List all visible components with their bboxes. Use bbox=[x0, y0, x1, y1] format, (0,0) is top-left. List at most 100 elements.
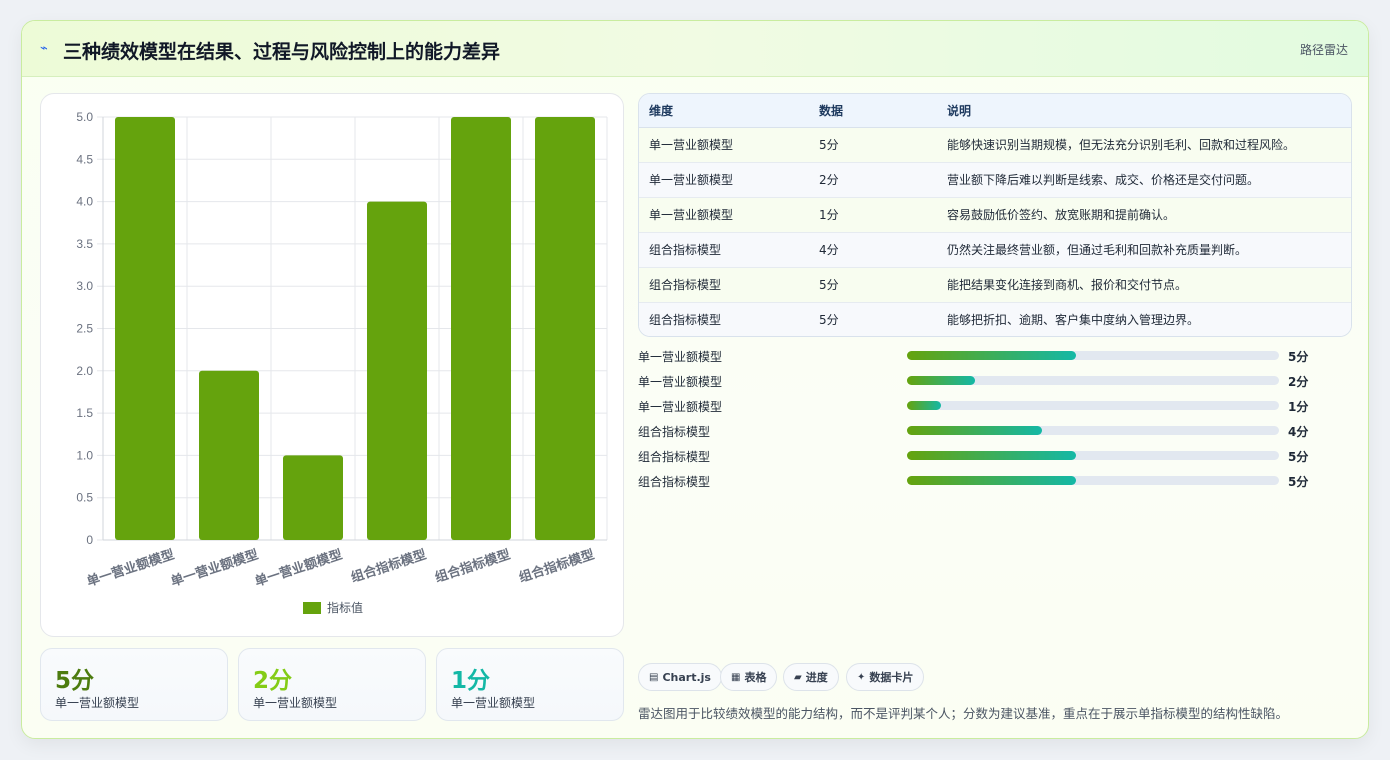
progress-row: 单一营业额模型 1分 bbox=[638, 395, 1338, 415]
progress-row: 组合指标模型 4分 bbox=[638, 420, 1338, 440]
progress-value: 5分 bbox=[1288, 350, 1309, 364]
footnote: 雷达图用于比较绩效模型的能力结构，而不是评判某个人；分数为建议基准，重点在于展示… bbox=[638, 706, 1289, 721]
y-tick-label: 2.5 bbox=[76, 322, 93, 336]
y-tick-label: 0.5 bbox=[76, 491, 93, 505]
progress-label: 单一营业额模型 bbox=[638, 375, 723, 389]
stat-label: 单一营业额模型 bbox=[451, 696, 536, 710]
chip-chartjs[interactable]: ▤ Chart.js bbox=[638, 663, 722, 691]
progress-row: 单一营业额模型 2分 bbox=[638, 370, 1338, 390]
table-cell: 组合指标模型 bbox=[649, 313, 722, 328]
progress-row: 单一营业额模型 5分 bbox=[638, 345, 1338, 365]
table-cell: 能够把折扣、逾期、客户集中度纳入管理边界。 bbox=[947, 313, 1200, 328]
bar bbox=[199, 370, 259, 540]
y-tick-label: 2.0 bbox=[76, 364, 93, 378]
table-cell: 4分 bbox=[809, 232, 937, 268]
stat-label: 单一营业额模型 bbox=[55, 696, 140, 710]
progress-track bbox=[907, 451, 1279, 460]
chip-label: Chart.js bbox=[662, 670, 711, 684]
lightning-icon: ⌁ bbox=[40, 41, 48, 56]
x-tick-label: 组合指标模型 bbox=[433, 547, 512, 585]
progress-fill bbox=[907, 351, 1077, 360]
y-tick-label: 4.0 bbox=[76, 195, 93, 209]
column-header: 说明 bbox=[937, 94, 1351, 128]
x-tick-label: 单一营业额模型 bbox=[85, 547, 176, 589]
progress-value: 1分 bbox=[1288, 400, 1309, 414]
progress-fill bbox=[907, 376, 975, 385]
y-tick-label: 4.5 bbox=[76, 152, 93, 166]
legend-label: 指标值 bbox=[327, 600, 363, 615]
table-cell: 单一营业额模型 bbox=[639, 162, 809, 198]
x-tick-label: 组合指标模型 bbox=[349, 547, 428, 585]
progress-label: 组合指标模型 bbox=[638, 450, 711, 464]
table-cell: 1分 bbox=[809, 197, 937, 233]
chip-label: 表格 bbox=[744, 671, 767, 684]
progress-track bbox=[907, 376, 1279, 385]
page-title: 三种绩效模型在结果、过程与风险控制上的能力差异 bbox=[63, 41, 501, 63]
progress-row: 组合指标模型 5分 bbox=[638, 445, 1338, 465]
table-cell: 能把结果变化连接到商机、报价和交付节点。 bbox=[937, 267, 1351, 303]
table-cell: 营业额下降后难以判断是线索、成交、价格还是交付问题。 bbox=[937, 162, 1351, 198]
y-tick-label: 3.5 bbox=[76, 237, 93, 251]
bar bbox=[115, 117, 175, 540]
table-cell: 仍然关注最终营业额，但通过毛利和回款补充质量判断。 bbox=[937, 232, 1351, 268]
chip-progress[interactable]: ▰ 进度 bbox=[783, 663, 839, 691]
table-cell: 组合指标模型 bbox=[639, 232, 809, 268]
header-tag: 路径雷达 bbox=[1299, 43, 1348, 57]
chip-label: 数据卡片 bbox=[869, 671, 914, 684]
bar-chart-panel: 0 0.5 1.0 1.5 2.0 2.5 3.0 3.5 4.0 4.5 5.0 单一营业额模型 单一… bbox=[40, 93, 624, 637]
table-cell: 组合指标模型 bbox=[639, 267, 809, 303]
chip-label: 进度 bbox=[805, 671, 828, 684]
chip-data-card[interactable]: ✦ 数据卡片 bbox=[846, 663, 925, 691]
progress-label: 单一营业额模型 bbox=[638, 350, 723, 364]
table-cell: 单一营业额模型 bbox=[639, 127, 809, 163]
progress-value: 5分 bbox=[1288, 450, 1309, 464]
table-icon: ▦ bbox=[731, 671, 741, 683]
progress-value: 4分 bbox=[1288, 425, 1309, 439]
column-header: 维度 bbox=[639, 94, 809, 128]
table-cell: 5分 bbox=[819, 313, 839, 328]
sparkle-icon: ✦ bbox=[857, 671, 866, 683]
progress-row: 组合指标模型 5分 bbox=[638, 470, 1338, 490]
table-row: 单一营业额模型 1分 容易鼓励低价签约、放宽账期和提前确认。 bbox=[639, 197, 1351, 233]
table-row: 单一营业额模型 2分 营业额下降后难以判断是线索、成交、价格还是交付问题。 bbox=[639, 162, 1351, 198]
stat-card: 5分 单一营业额模型 bbox=[40, 648, 228, 721]
progress-fill bbox=[907, 401, 941, 410]
progress-label: 单一营业额模型 bbox=[638, 400, 723, 414]
bar bbox=[451, 117, 511, 540]
bar bbox=[367, 201, 427, 540]
progress-track bbox=[907, 426, 1279, 435]
x-tick-label: 单一营业额模型 bbox=[253, 547, 344, 589]
y-tick-label: 0 bbox=[86, 533, 93, 547]
x-tick-label: 单一营业额模型 bbox=[169, 547, 260, 589]
progress-fill bbox=[907, 451, 1077, 460]
main-card: ⌁ 三种绩效模型在结果、过程与风险控制上的能力差异 路径雷达 0 0.5 1.0 1.… bbox=[21, 20, 1369, 739]
table-cell: 单一营业额模型 bbox=[639, 197, 809, 233]
stat-value: 2分 bbox=[253, 668, 293, 694]
y-tick-label: 5.0 bbox=[76, 110, 93, 124]
chip-table[interactable]: ▦ 表格 bbox=[720, 663, 778, 691]
table-header-row: 维度 数据 说明 bbox=[639, 94, 1351, 128]
column-header: 数据 bbox=[809, 94, 937, 128]
stat-value: 1分 bbox=[451, 668, 491, 694]
table-cell: 5分 bbox=[809, 267, 937, 303]
progress-track bbox=[907, 476, 1279, 485]
table-row: 组合指标模型 5分 能把结果变化连接到商机、报价和交付节点。 bbox=[639, 267, 1351, 303]
progress-icon: ▰ bbox=[794, 671, 802, 683]
progress-label: 组合指标模型 bbox=[638, 475, 711, 489]
table-cell: 容易鼓励低价签约、放宽账期和提前确认。 bbox=[937, 197, 1351, 233]
progress-label: 组合指标模型 bbox=[638, 425, 711, 439]
legend-swatch bbox=[303, 602, 321, 614]
bar bbox=[283, 455, 343, 540]
stat-card: 1分 单一营业额模型 bbox=[436, 648, 624, 721]
x-tick-label: 组合指标模型 bbox=[517, 547, 596, 585]
progress-track bbox=[907, 351, 1279, 360]
y-tick-label: 1.5 bbox=[76, 406, 93, 420]
bar-chart: 00.51.01.52.02.53.03.54.04.55.0单一营业额模型单一… bbox=[76, 110, 608, 615]
progress-fill bbox=[907, 476, 1077, 485]
y-tick-label: 1.0 bbox=[76, 448, 93, 462]
table-cell: 5分 bbox=[809, 127, 937, 163]
stat-label: 单一营业额模型 bbox=[253, 696, 338, 710]
progress-track bbox=[907, 401, 1279, 410]
stat-value: 5分 bbox=[55, 668, 95, 694]
bar bbox=[535, 117, 595, 540]
